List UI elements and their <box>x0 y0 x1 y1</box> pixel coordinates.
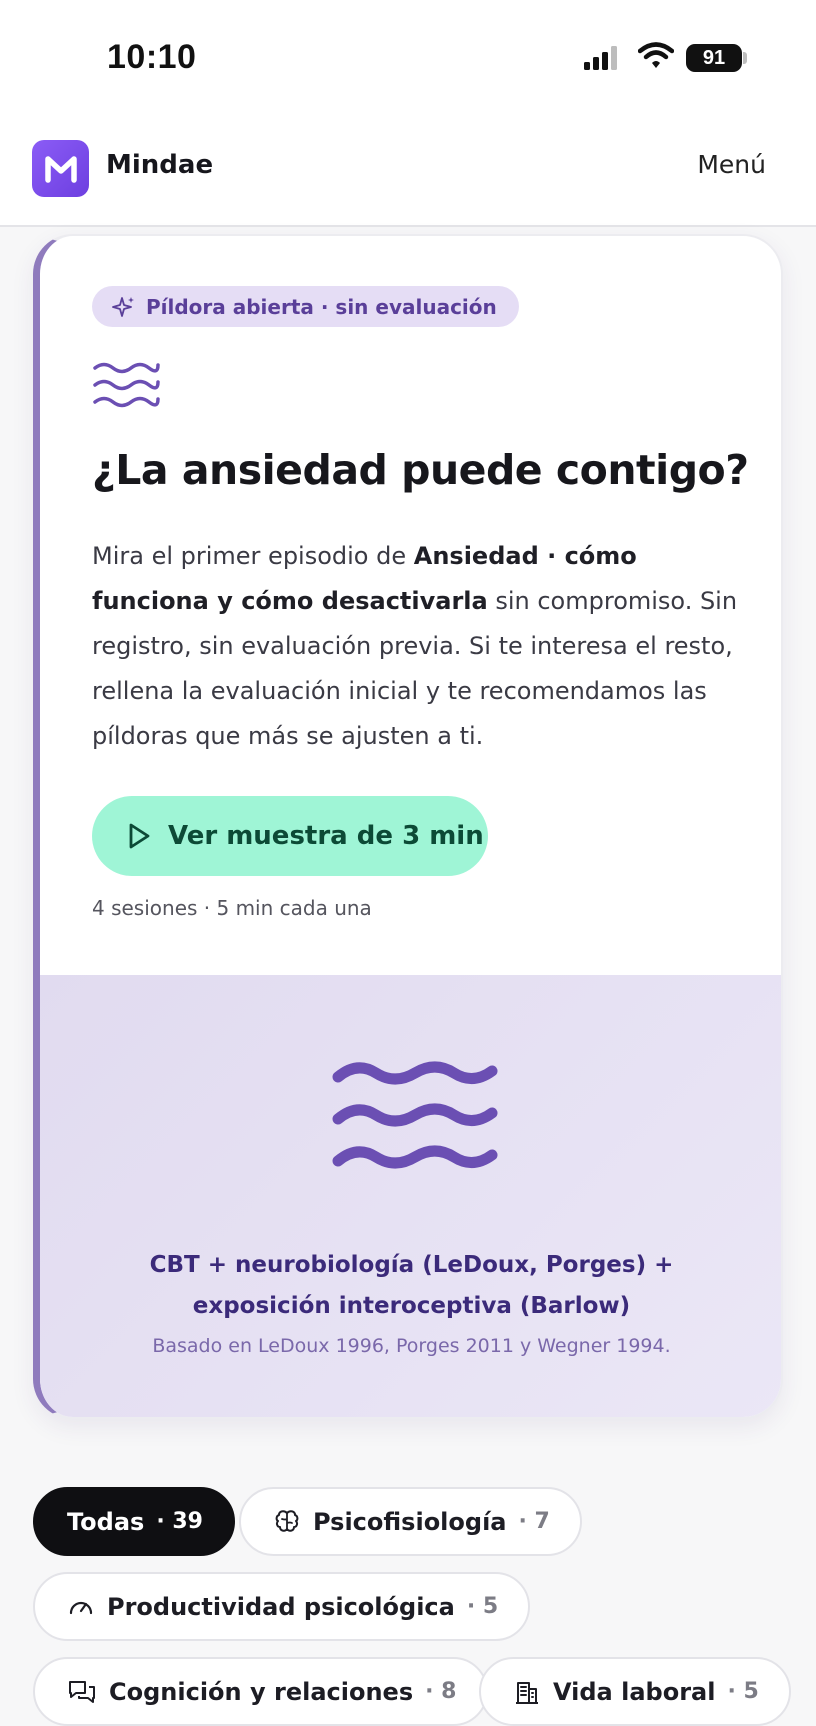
filter-chip-vida-laboral[interactable]: Vida laboral · 5 <box>479 1657 791 1726</box>
chip-label: Todas <box>67 1507 145 1536</box>
chip-count: · 5 <box>466 1594 499 1619</box>
card-illustration-panel: CBT + neurobiología (LeDoux, Porges) + e… <box>40 975 781 1417</box>
chip-label: Psicofisiología <box>313 1507 507 1536</box>
card-title: ¿La ansiedad puede contigo? <box>92 446 749 494</box>
filter-chip-productividad[interactable]: Productividad psicológica · 5 <box>33 1572 531 1641</box>
open-pill-badge: Píldora abierta · sin evaluación <box>92 286 519 327</box>
source-citation: Basado en LeDoux 1996, Porges 2011 y Weg… <box>152 1335 671 1357</box>
wifi-icon <box>638 42 674 68</box>
watch-sample-button[interactable]: Ver muestra de 3 min <box>92 796 488 876</box>
cta-label: Ver muestra de 3 min <box>168 821 484 851</box>
chip-count: · 7 <box>518 1509 550 1534</box>
status-bar: 10:10 91 <box>0 0 816 112</box>
chip-count: · 8 <box>425 1679 457 1704</box>
chip-count: · 39 <box>156 1509 203 1534</box>
sparkle-icon <box>112 296 134 317</box>
gauge-icon <box>69 1601 93 1614</box>
method-description: CBT + neurobiología (LeDoux, Porges) + e… <box>149 1252 674 1319</box>
chip-label: Productividad psicológica <box>107 1592 455 1621</box>
building-icon <box>516 1681 538 1704</box>
chip-count: · 5 <box>727 1679 759 1704</box>
battery-level: 91 <box>702 46 726 69</box>
signal-icon <box>584 46 617 70</box>
status-time: 10:10 <box>107 38 197 76</box>
play-icon <box>129 823 150 849</box>
featured-pill-card: Píldora abierta · sin evaluación ¿La ans… <box>33 234 783 1419</box>
battery-cap <box>743 52 747 64</box>
badge-label: Píldora abierta · sin evaluación <box>146 294 497 319</box>
brand-name[interactable]: Mindae <box>106 150 213 180</box>
filter-chip-psicofisiologia[interactable]: Psicofisiología · 7 <box>239 1487 582 1556</box>
brain-icon <box>275 1509 299 1532</box>
chat-icon <box>69 1680 95 1703</box>
chip-label: Vida laboral <box>553 1677 716 1706</box>
chip-label: Cognición y relaciones <box>109 1677 414 1706</box>
mindae-logo[interactable] <box>32 140 89 197</box>
card-description: Mira el primer episodio de Ansiedad · có… <box>92 534 752 759</box>
waves-icon <box>93 362 160 408</box>
sessions-info: 4 sesiones · 5 min cada una <box>92 896 372 920</box>
filter-chip-todas[interactable]: Todas · 39 <box>33 1487 235 1556</box>
app-header: Mindae Menú <box>0 112 816 227</box>
battery-icon: 91 <box>686 44 742 72</box>
desc-intro: Mira el primer episodio de <box>92 542 414 570</box>
filter-chip-cognicion[interactable]: Cognición y relaciones · 8 <box>33 1657 489 1726</box>
waves-illustration-icon <box>332 1061 498 1169</box>
logo-m-icon <box>44 155 77 183</box>
menu-button[interactable]: Menú <box>697 150 766 179</box>
